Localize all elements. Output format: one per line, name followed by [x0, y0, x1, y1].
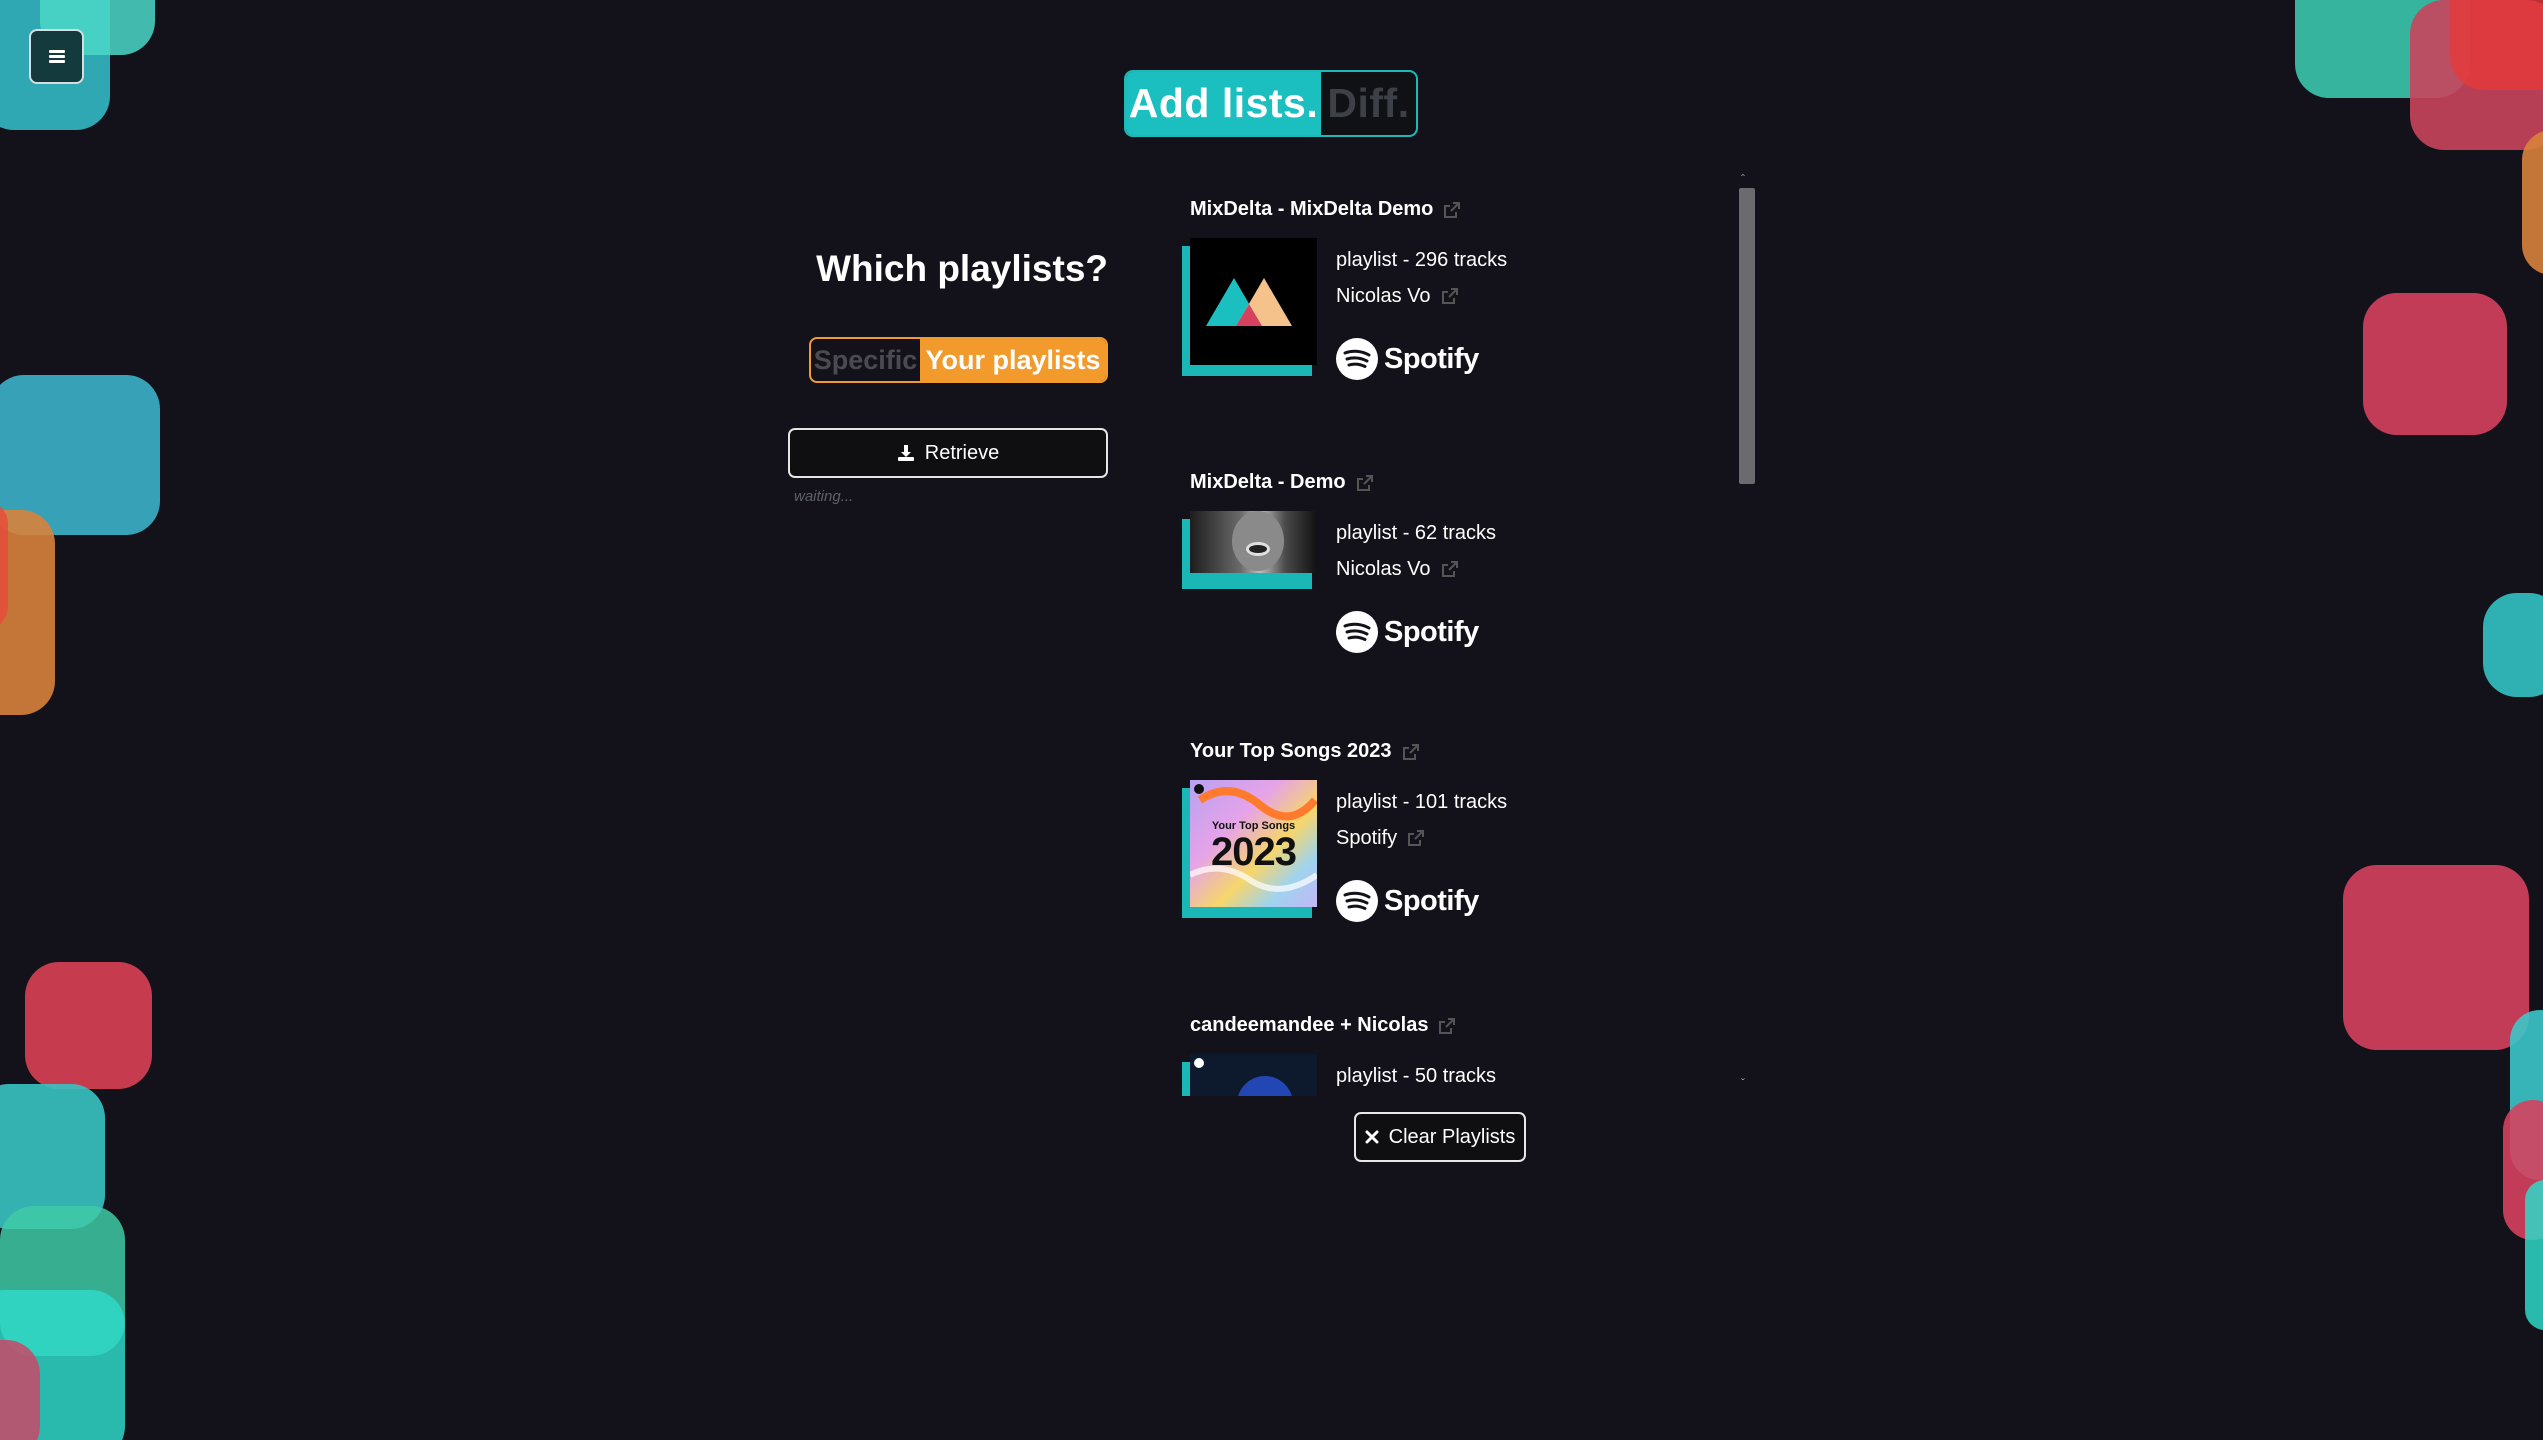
playlist-meta: playlist - 296 tracks Nicolas Vo [1336, 242, 1507, 314]
playlist-owner-row: Nicolas Vo [1336, 551, 1496, 587]
playlist-track-count: playlist - 101 tracks [1336, 791, 1508, 813]
spotify-badge: Spotify [1336, 611, 1479, 653]
playlist-owner: Nicolas Vo [1336, 285, 1431, 307]
close-icon [1365, 1130, 1379, 1144]
decor-blob [2450, 0, 2543, 90]
decor-blob [25, 962, 152, 1089]
cover-photo-icon [1232, 511, 1284, 571]
external-link-icon[interactable] [1402, 743, 1420, 761]
playlist-meta: playlist - 62 tracks Nicolas Vo [1336, 515, 1496, 587]
playlist-track-count: playlist - 62 tracks [1336, 522, 1497, 544]
mode-diff[interactable]: Diff. [1321, 72, 1416, 135]
mode-toggle: Add lists. Diff. [1124, 70, 1418, 137]
clear-playlists-label: Clear Playlists [1388, 1125, 1516, 1148]
menu-button[interactable] [29, 29, 84, 84]
hamburger-icon [48, 49, 65, 64]
playlist-title-row: candeemandee + Nicolas [1190, 1014, 1456, 1037]
playlist-title: Your Top Songs 2023 [1190, 740, 1392, 762]
source-toggle: Specific Your playlists [809, 337, 1108, 383]
clear-playlists-button[interactable]: Clear Playlists [1354, 1112, 1526, 1162]
playlist-owner-row: Nicolas Vo [1336, 278, 1507, 314]
cover-blend-icon [1194, 1058, 1292, 1096]
platform-name: Spotify [1384, 884, 1479, 917]
playlist-owner-row: Spotify [1336, 820, 1507, 856]
external-link-icon[interactable] [1441, 287, 1459, 305]
playlist-title-row: Your Top Songs 2023 [1190, 740, 1420, 763]
decor-blob [0, 510, 55, 715]
decor-blob [2343, 865, 2529, 1050]
retrieve-label: Retrieve [924, 441, 1000, 464]
scroll-down-arrow-icon[interactable]: ˇ [1741, 1076, 1745, 1090]
playlist-list[interactable]: MixDelta - MixDelta Demo playlist - 296 … [1180, 176, 1754, 1096]
platform-name: Spotify [1384, 342, 1479, 375]
playlist-cover: Your Top Songs 2023 [1182, 780, 1317, 920]
spotify-badge: Spotify [1336, 338, 1479, 380]
decor-blob [2483, 593, 2543, 697]
scroll-up-arrow-icon[interactable]: ˆ [1741, 172, 1745, 186]
spotify-icon [1336, 611, 1378, 653]
playlist-meta: playlist - 101 tracks Spotify [1336, 784, 1507, 856]
mixdelta-logo-icon [1206, 278, 1292, 326]
platform-name: Spotify [1384, 615, 1479, 648]
spotify-icon [1336, 338, 1378, 380]
playlist-owner: Nicolas Vo [1336, 558, 1431, 580]
playlist-cover [1182, 511, 1317, 593]
source-specific[interactable]: Specific [811, 339, 920, 381]
spotify-icon [1336, 880, 1378, 922]
playlist-title: candeemandee + Nicolas [1190, 1014, 1429, 1036]
decor-blob [0, 500, 8, 630]
external-link-icon[interactable] [1438, 1017, 1456, 1035]
playlist-cover [1182, 238, 1317, 378]
source-your-playlists[interactable]: Your playlists [920, 339, 1106, 381]
playlist-title-row: MixDelta - MixDelta Demo [1190, 198, 1461, 221]
external-link-icon[interactable] [1441, 560, 1459, 578]
playlist-owner: Spotify [1336, 827, 1398, 849]
external-link-icon[interactable] [1356, 474, 1374, 492]
retrieve-status: waiting... [794, 488, 854, 505]
playlist-title: MixDelta - Demo [1190, 471, 1346, 493]
cover-year: 2023 [1211, 830, 1297, 874]
external-link-icon[interactable] [1443, 201, 1461, 219]
external-link-icon[interactable] [1407, 829, 1425, 847]
playlist-track-count: playlist - 50 tracks [1336, 1065, 1497, 1087]
app-root: Add lists. Diff. Which playlists? Specif… [0, 0, 2543, 1440]
mode-add-lists[interactable]: Add lists. [1126, 72, 1321, 135]
decor-blob [2522, 130, 2543, 275]
decor-blob [0, 1340, 40, 1440]
decor-blob [2525, 1180, 2543, 1330]
playlist-title: MixDelta - MixDelta Demo [1190, 198, 1434, 220]
playlist-meta: playlist - 50 tracks [1336, 1058, 1496, 1094]
playlist-scrollbar[interactable]: ˆ ˇ [1737, 172, 1755, 1096]
playlist-question: Which playlists? [816, 248, 1108, 289]
spotify-badge: Spotify [1336, 880, 1479, 922]
playlist-track-count: playlist - 296 tracks [1336, 249, 1508, 271]
download-icon [897, 445, 914, 461]
playlist-title-row: MixDelta - Demo [1190, 471, 1374, 494]
retrieve-button[interactable]: Retrieve [788, 428, 1108, 478]
scrollbar-thumb[interactable] [1739, 188, 1755, 484]
decor-blob [2363, 293, 2507, 435]
playlist-cover [1182, 1054, 1317, 1096]
